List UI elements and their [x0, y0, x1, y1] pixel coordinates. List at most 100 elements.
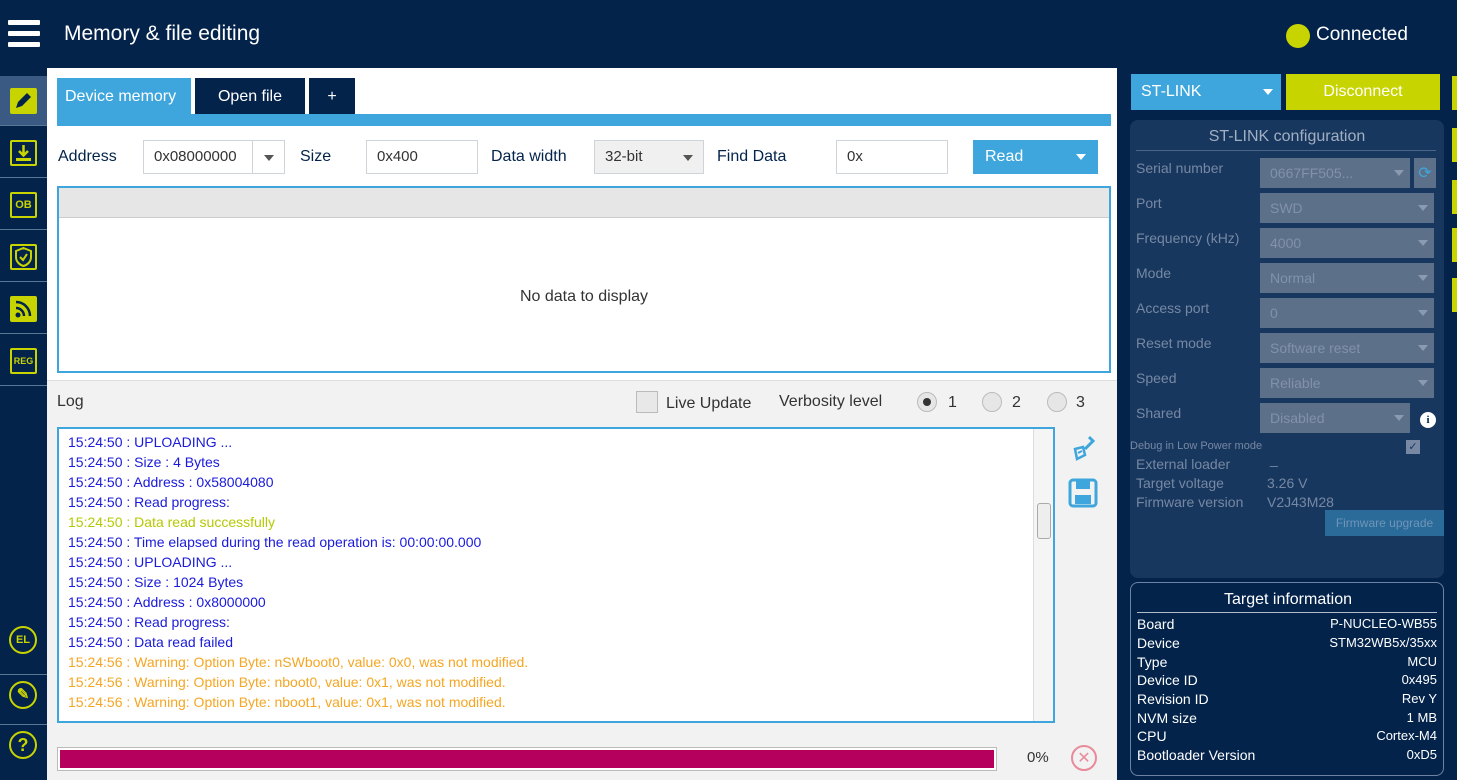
- log-output[interactable]: 15:24:50 : UPLOADING ... 15:24:50 : Size…: [57, 427, 1055, 723]
- info-value: MCU: [1407, 654, 1437, 669]
- verbosity-radio-3[interactable]: [1047, 392, 1067, 412]
- edge-tab[interactable]: [1452, 278, 1457, 312]
- address-combobox[interactable]: 0x08000000: [143, 140, 285, 174]
- info-value: Rev Y: [1401, 691, 1437, 706]
- rss-icon: [10, 296, 37, 322]
- right-panel: ST-LINK Disconnect ST-LINK configuration…: [1117, 68, 1457, 780]
- firmware-upgrade-button[interactable]: Firmware upgrade: [1325, 510, 1444, 536]
- data-width-value: 32-bit: [605, 148, 643, 165]
- address-label: Address: [58, 148, 117, 165]
- live-update-checkbox[interactable]: [636, 391, 658, 413]
- tab-open-file[interactable]: Open file: [195, 78, 305, 114]
- port-label: Port: [1136, 195, 1162, 211]
- edge-tab[interactable]: [1452, 76, 1457, 110]
- scrollbar-thumb[interactable]: [1037, 503, 1051, 539]
- save-log-icon[interactable]: [1067, 477, 1099, 509]
- sidebar-item-registers[interactable]: REG: [0, 336, 47, 386]
- connection-status-text: Connected: [1316, 24, 1408, 45]
- serial-number-select[interactable]: 0667FF505...: [1260, 158, 1410, 188]
- reset-mode-select[interactable]: Software reset: [1260, 333, 1434, 363]
- frequency-select[interactable]: 4000: [1260, 228, 1434, 258]
- sidebar-item-help[interactable]: ?: [0, 724, 47, 764]
- mode-select[interactable]: Normal: [1260, 263, 1434, 293]
- firmware-version-label: Firmware version: [1136, 494, 1244, 510]
- shared-label: Shared: [1136, 405, 1182, 421]
- sidebar-item-security[interactable]: [0, 232, 47, 282]
- pen-icon: ✎: [9, 681, 37, 709]
- sidebar-item-memory-editing[interactable]: [0, 76, 47, 126]
- info-row-bootloader-version: Bootloader Version 0xD5: [1137, 747, 1437, 765]
- help-icon: ?: [9, 731, 37, 759]
- address-dropdown-button[interactable]: [252, 141, 284, 173]
- find-data-label: Find Data: [717, 148, 787, 165]
- info-label: CPU: [1137, 728, 1167, 744]
- top-bar: Memory & file editing Connected: [0, 0, 1457, 68]
- tab-add[interactable]: +: [309, 78, 355, 114]
- verbosity-radio-1[interactable]: [917, 392, 937, 412]
- port-value: SWD: [1270, 200, 1303, 216]
- refresh-icon[interactable]: ⟳: [1414, 158, 1436, 188]
- sidebar-item-swv[interactable]: [0, 284, 47, 334]
- chevron-down-icon: [1418, 345, 1428, 351]
- tab-device-memory[interactable]: Device memory: [57, 78, 191, 114]
- log-line: 15:24:50 : Size : 1024 Bytes: [68, 574, 244, 590]
- shared-select[interactable]: Disabled: [1260, 403, 1410, 433]
- cancel-icon[interactable]: ✕: [1071, 745, 1097, 771]
- progress-bar: [57, 747, 997, 771]
- speed-value: Reliable: [1270, 375, 1321, 391]
- data-width-select[interactable]: 32-bit: [594, 140, 704, 174]
- mode-label: Mode: [1136, 265, 1172, 281]
- interface-select[interactable]: ST-LINK: [1131, 74, 1281, 110]
- chevron-down-icon: [1394, 415, 1404, 421]
- verbosity-label: Verbosity level: [779, 393, 883, 410]
- serial-number-label: Serial number: [1136, 160, 1224, 176]
- edge-tab[interactable]: [1452, 228, 1457, 262]
- info-value: 0xD5: [1406, 747, 1437, 762]
- log-line: 15:24:50 : Time elapsed during the read …: [68, 534, 482, 550]
- port-select[interactable]: SWD: [1260, 193, 1434, 223]
- clear-log-icon[interactable]: [1069, 433, 1099, 463]
- disconnect-button[interactable]: Disconnect: [1286, 74, 1440, 110]
- serial-number-value: 0667FF505...: [1270, 165, 1354, 181]
- access-port-select[interactable]: 0: [1260, 298, 1434, 328]
- read-button[interactable]: Read: [973, 140, 1098, 174]
- hamburger-menu-icon[interactable]: [8, 20, 40, 48]
- log-line: 15:24:56 : Warning: Option Byte: nboot0,…: [68, 674, 506, 690]
- memory-data-table[interactable]: No data to display: [57, 186, 1111, 373]
- log-line: 15:24:50 : UPLOADING ...: [68, 554, 233, 570]
- data-width-label: Data width: [491, 148, 567, 165]
- chevron-down-icon: [1418, 240, 1428, 246]
- edge-tab[interactable]: [1452, 180, 1457, 214]
- debug-low-power-checkbox[interactable]: ✓: [1406, 440, 1420, 454]
- info-row-board: Board P-NUCLEO-WB55: [1137, 616, 1437, 634]
- size-input[interactable]: 0x400: [366, 140, 478, 174]
- chevron-down-icon: [1394, 170, 1404, 176]
- address-value: 0x08000000: [154, 148, 237, 165]
- size-label: Size: [300, 148, 332, 165]
- verbosity-option-3: 3: [1076, 394, 1085, 411]
- info-value: 0x495: [1401, 672, 1437, 687]
- config-title: ST-LINK configuration: [1208, 128, 1366, 145]
- sidebar-item-beta-features[interactable]: ✎: [0, 674, 47, 714]
- speed-select[interactable]: Reliable: [1260, 368, 1434, 398]
- info-value: Cortex-M4: [1376, 728, 1437, 743]
- edge-tab[interactable]: [1452, 128, 1457, 162]
- verbosity-option-1: 1: [948, 394, 957, 411]
- sidebar-item-option-bytes[interactable]: OB: [0, 180, 47, 230]
- info-icon[interactable]: i: [1420, 412, 1436, 428]
- progress-percent: 0%: [1027, 749, 1049, 766]
- target-information: Target information Board P-NUCLEO-WB55 De…: [1130, 582, 1444, 776]
- sidebar-item-external-loader[interactable]: EL: [0, 620, 47, 660]
- stlink-configuration: ST-LINK configuration Serial number 0667…: [1130, 120, 1444, 578]
- log-line: 15:24:50 : Address : 0x58004080: [68, 474, 274, 490]
- ob-icon: OB: [10, 192, 37, 218]
- log-scrollbar[interactable]: [1033, 429, 1053, 721]
- info-label: Revision ID: [1137, 691, 1209, 707]
- verbosity-radio-2[interactable]: [982, 392, 1002, 412]
- log-line: 15:24:50 : UPLOADING ...: [68, 434, 233, 450]
- chevron-down-icon: [1418, 310, 1428, 316]
- find-data-input[interactable]: 0x: [836, 140, 948, 174]
- page-title: Memory & file editing: [64, 22, 261, 45]
- external-loader-label: External loader: [1136, 456, 1231, 472]
- sidebar-item-erasing-programming[interactable]: [0, 128, 47, 178]
